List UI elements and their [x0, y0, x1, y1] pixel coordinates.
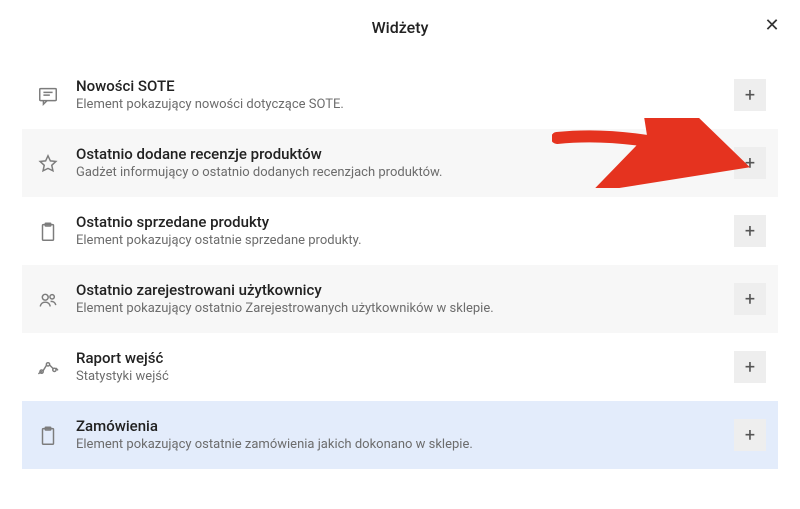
add-widget-button[interactable]: +: [734, 79, 766, 111]
widgets-list: Nowości SOTE Element pokazujący nowości …: [0, 55, 800, 479]
widget-desc: Element pokazujący nowości dotyczące SOT…: [76, 97, 722, 114]
widget-title: Ostatnio dodane recenzje produktów: [76, 145, 722, 163]
add-widget-button[interactable]: +: [734, 147, 766, 179]
clipboard-icon: [34, 425, 62, 447]
add-widget-button[interactable]: +: [734, 215, 766, 247]
widget-desc: Element pokazujący ostatnio Zarejestrowa…: [76, 301, 722, 318]
widget-row-sprzedane[interactable]: Ostatnio sprzedane produkty Element poka…: [22, 197, 778, 265]
add-widget-button[interactable]: +: [734, 283, 766, 315]
add-widget-button[interactable]: +: [734, 419, 766, 451]
star-icon: [34, 153, 62, 175]
widget-row-raport-wejsc[interactable]: Raport wejść Statystyki wejść +: [22, 333, 778, 401]
widget-row-zamowienia[interactable]: Zamówienia Element pokazujący ostatnie z…: [22, 401, 778, 469]
widget-text: Ostatnio dodane recenzje produktów Gadże…: [76, 145, 722, 182]
widget-text: Ostatnio zarejestrowani użytkownicy Elem…: [76, 281, 722, 318]
widget-desc: Element pokazujący ostatnie zamówienia j…: [76, 437, 722, 454]
widgets-modal: Widżety ✕ Nowości SOTE Element pokazując…: [0, 0, 800, 509]
users-icon: [34, 289, 62, 311]
widget-desc: Element pokazujący ostatnie sprzedane pr…: [76, 233, 722, 250]
message-icon: [34, 85, 62, 107]
widget-title: Ostatnio zarejestrowani użytkownicy: [76, 281, 722, 299]
widget-desc: Gadżet informujący o ostatnio dodanych r…: [76, 165, 722, 182]
close-button[interactable]: ✕: [760, 14, 784, 38]
widget-title: Zamówienia: [76, 417, 722, 435]
widget-title: Nowości SOTE: [76, 77, 722, 95]
modal-title: Widżety: [372, 18, 429, 37]
widget-text: Nowości SOTE Element pokazujący nowości …: [76, 77, 722, 114]
widget-title: Raport wejść: [76, 349, 722, 367]
widget-row-recenzje[interactable]: Ostatnio dodane recenzje produktów Gadże…: [22, 129, 778, 197]
widget-title: Ostatnio sprzedane produkty: [76, 213, 722, 231]
clipboard-icon: [34, 221, 62, 243]
widget-row-nowosci-sote[interactable]: Nowości SOTE Element pokazujący nowości …: [22, 61, 778, 129]
widget-row-uzytkownicy[interactable]: Ostatnio zarejestrowani użytkownicy Elem…: [22, 265, 778, 333]
add-widget-button[interactable]: +: [734, 351, 766, 383]
modal-header: Widżety ✕: [0, 0, 800, 55]
widget-text: Raport wejść Statystyki wejść: [76, 349, 722, 386]
widget-text: Zamówienia Element pokazujący ostatnie z…: [76, 417, 722, 454]
widget-text: Ostatnio sprzedane produkty Element poka…: [76, 213, 722, 250]
analytics-icon: [34, 357, 62, 379]
widget-desc: Statystyki wejść: [76, 369, 722, 386]
